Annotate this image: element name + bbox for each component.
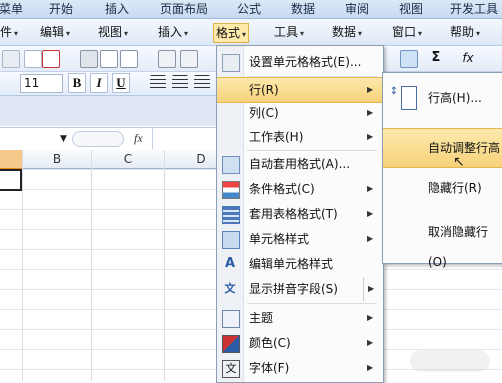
conditional-format-icon [222,181,240,199]
menu-format[interactable]: 格式 ▾ [213,23,250,43]
edit-style-icon: A [224,256,236,271]
submenu-arrow-icon: ▶ [367,234,374,243]
menu-item-column[interactable]: 列(C) ▶ [217,101,383,125]
align-left-icon[interactable] [150,75,166,91]
menu-help[interactable]: 帮助 ▾ [450,23,480,41]
row-height-box-icon [401,86,417,110]
submenu-arrow-icon: ▶ [367,108,374,117]
grid-line [164,150,165,381]
ribbon-tab-bar: 菜单 开始 插入 页面布局 公式 数据 审阅 视图 开发工具 [0,0,502,19]
submenu-arrow-icon: ▶ [367,363,374,372]
row-submenu: ↕ 行高(H)... 自动调整行高 ↖ 隐藏行(R) 取消隐藏行(O) [382,72,502,269]
table-format-icon [222,206,240,224]
submenu-item-row-height[interactable]: ↕ 行高(H)... [383,81,502,115]
menu-data[interactable]: 数据 ▾ [332,23,362,41]
tab-formulas[interactable]: 公式 [228,0,270,18]
formula-input[interactable] [152,128,217,149]
tab-review[interactable]: 审阅 [336,0,378,18]
menu-bar: 件 ▾ 编辑 ▾ 视图 ▾ 插入 ▾ 格式 ▾ 工具 ▾ 数据 ▾ 窗口 ▾ 帮助 ▾ [0,19,502,46]
menu-item-autoformat[interactable]: 自动套用格式(A)... [217,152,383,176]
print-icon[interactable] [80,50,98,68]
fx-icon[interactable]: fx [134,131,143,146]
function-icon[interactable]: fx [460,50,476,66]
font-size-select[interactable]: 11 [20,74,63,93]
underline-button[interactable]: U [112,73,130,93]
phonetic-icon: 文 [224,282,236,295]
font-icon: 文 [222,360,240,378]
submenu-item-hide-row[interactable]: 隐藏行(R) [383,173,502,203]
tab-home[interactable]: 开始 [40,0,82,18]
sum-icon[interactable]: Σ [428,50,444,66]
tab-view[interactable]: 视图 [390,0,432,18]
align-center-icon[interactable] [172,75,188,91]
menu-item-edit-cell-style[interactable]: A 编辑单元格样式 [217,252,383,276]
menu-item-color[interactable]: 颜色(C) ▶ [217,331,383,355]
menu-item-format-cells[interactable]: 设置单元格格式(E)... [217,50,383,74]
cell-style-icon [222,231,240,249]
tab-developer[interactable]: 开发工具 [444,0,502,18]
submenu-arrow-icon: ▶ [363,277,374,301]
name-box-dropdown-icon[interactable]: ▼ [60,134,67,144]
color-icon [222,335,240,353]
save-icon[interactable] [24,50,42,68]
page-setup-icon[interactable] [120,50,138,68]
menu-window[interactable]: 窗口 ▾ [392,23,422,41]
submenu-arrow-icon: ▶ [367,209,374,218]
menu-separator [247,150,377,151]
spell-check-icon[interactable] [158,50,176,68]
grid-line [91,150,92,381]
menu-tools[interactable]: 工具 ▾ [274,23,304,41]
cell-format-icon [222,54,240,72]
research-icon[interactable] [180,50,198,68]
italic-button[interactable]: I [90,73,108,93]
align-right-icon[interactable] [194,75,210,91]
column-header-a[interactable] [0,150,23,170]
menu-item-row[interactable]: 行(R) ▶ [217,77,383,103]
print-preview-icon[interactable] [100,50,118,68]
sort-icon[interactable] [400,50,418,68]
tab-page-layout[interactable]: 页面布局 [152,0,216,18]
submenu-arrow-icon: ▶ [367,313,374,322]
watermark [410,350,490,372]
autoformat-icon [222,156,240,174]
menu-view[interactable]: 视图 ▾ [98,23,128,41]
formula-scroll [72,131,124,147]
menu-separator [247,303,377,304]
menu-insert[interactable]: 插入 ▾ [158,23,188,41]
open-icon[interactable] [2,50,20,68]
column-header-b[interactable]: B [23,150,92,168]
pdf-icon[interactable] [42,50,60,68]
active-cell[interactable] [0,169,22,191]
tab-insert[interactable]: 插入 [96,0,138,18]
menu-item-phonetic[interactable]: 文 显示拼音字段(S) ▶ [217,277,383,301]
menu-item-table-format[interactable]: 套用表格格式(T) ▶ [217,202,383,226]
row-height-icon: ↕ [389,86,399,97]
menu-file[interactable]: 件 ▾ [0,23,18,41]
menu-item-conditional-format[interactable]: 条件格式(C) ▶ [217,177,383,201]
tab-data[interactable]: 数据 [282,0,324,18]
grid-line [22,150,23,381]
menu-item-theme[interactable]: 主题 ▶ [217,306,383,330]
menu-item-cell-style[interactable]: 单元格样式 ▶ [217,227,383,251]
tab-menu[interactable]: 菜单 [0,0,28,18]
submenu-item-unhide-row[interactable]: 取消隐藏行(O) [383,217,502,269]
bold-button[interactable]: B [68,73,86,93]
submenu-arrow-icon: ▶ [367,132,374,141]
format-menu: 设置单元格格式(E)... 行(R) ▶ 列(C) ▶ 工作表(H) ▶ 自动套… [216,45,384,383]
submenu-arrow-icon: ▶ [367,184,374,193]
menu-edit[interactable]: 编辑 ▾ [40,23,70,41]
menu-item-font[interactable]: 文 字体(F) ▶ [217,356,383,380]
submenu-arrow-icon: ▶ [367,85,374,94]
menu-item-sheet[interactable]: 工作表(H) ▶ [217,125,383,149]
submenu-item-autofit-row[interactable]: 自动调整行高 ↖ [383,128,502,170]
theme-icon [222,310,240,328]
column-header-c[interactable]: C [92,150,165,168]
submenu-arrow-icon: ▶ [367,338,374,347]
